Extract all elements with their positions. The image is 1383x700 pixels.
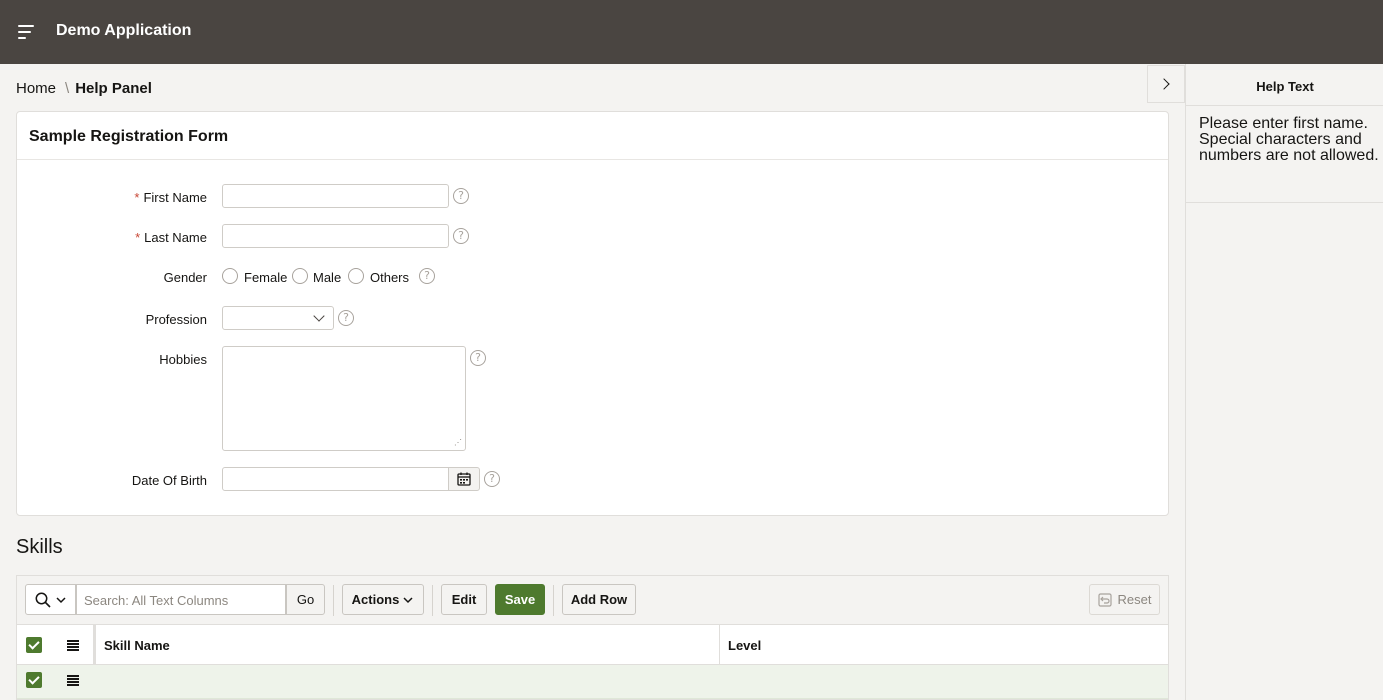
resize-grip-icon[interactable]: ⋰ [454,439,462,447]
calendar-icon [457,472,471,486]
hobbies-label: Hobbies [159,352,207,367]
table-row[interactable] [17,665,1168,699]
chevron-down-icon [403,596,413,603]
column-header-level[interactable]: Level [728,638,761,653]
first-name-input[interactable] [222,184,449,208]
chevron-down-icon [55,596,66,603]
toolbar-divider [333,585,334,616]
breadcrumb-current: Help Panel [75,80,152,97]
gender-label: Gender [163,270,207,285]
go-button[interactable]: Go [286,584,325,615]
profession-select[interactable] [222,306,334,330]
hobbies-textarea[interactable]: ⋰ [222,346,466,451]
gender-radio-female[interactable] [222,268,238,284]
search-column-button[interactable] [25,584,76,615]
select-all-checkbox[interactable] [26,637,42,653]
dob-input[interactable] [222,467,450,491]
grid-search-input[interactable]: Search: All Text Columns [76,584,286,615]
row-select-checkbox[interactable] [26,672,42,688]
gender-help-icon[interactable]: ? [419,268,435,284]
help-panel-text: Please enter first name. Special charact… [1199,115,1379,164]
dob-help-icon[interactable]: ? [484,471,500,487]
chevron-right-icon [1158,78,1170,90]
row-actions-header-icon[interactable] [67,640,79,651]
save-button[interactable]: Save [495,584,545,615]
profession-label: Profession [145,312,207,327]
menu-icon[interactable] [18,24,38,40]
reset-icon [1097,592,1112,607]
last-name-input[interactable] [222,224,449,248]
collapse-panel-button[interactable] [1147,65,1185,103]
gender-option-female[interactable]: Female [244,270,287,285]
chevron-down-icon [313,310,325,322]
grid-toolbar: Search: All Text Columns Go Actions Edit… [16,575,1169,624]
grid-header: Skill Name Level [17,625,1168,699]
hobbies-help-icon[interactable]: ? [470,350,486,366]
form-title: Sample Registration Form [17,112,1168,160]
app-header: Demo Application [0,0,1383,64]
gender-option-male[interactable]: Male [313,270,341,285]
edit-button[interactable]: Edit [441,584,487,615]
toolbar-divider [432,585,433,616]
app-title[interactable]: Demo Application [56,22,191,40]
skills-grid: Skill Name Level [16,624,1169,700]
reset-label: Reset [1117,592,1152,607]
search-icon [35,592,51,608]
breadcrumb: Home \ Help Panel [16,80,152,97]
actions-label: Actions [351,592,400,607]
dob-label: Date Of Birth [131,473,207,488]
first-name-help-icon[interactable]: ? [453,188,469,204]
last-name-help-icon[interactable]: ? [453,228,469,244]
reset-button[interactable]: Reset [1089,584,1160,615]
toolbar-divider [553,585,554,616]
actions-menu-button[interactable]: Actions [342,584,424,615]
help-side-panel: Help Text Please enter first name. Speci… [1185,64,1383,700]
required-marker: * [135,230,141,245]
last-name-label: * Last Name [135,230,207,245]
gender-radio-male[interactable] [292,268,308,284]
gender-option-others[interactable]: Others [370,270,409,285]
skills-title: Skills [16,536,63,558]
row-actions-icon[interactable] [67,675,79,686]
registration-form-region: Sample Registration Form * First Name ? *… [16,111,1169,516]
calendar-button[interactable] [448,467,480,491]
help-panel-title: Help Text [1186,64,1383,106]
first-name-label: * First Name [134,190,207,205]
column-header-skill-name[interactable]: Skill Name [104,638,170,653]
profession-help-icon[interactable]: ? [338,310,354,326]
breadcrumb-home[interactable]: Home [16,80,56,97]
required-marker: * [134,190,140,205]
help-panel-divider [1186,202,1383,203]
breadcrumb-separator: \ [65,80,70,97]
gender-radio-others[interactable] [348,268,364,284]
add-row-button[interactable]: Add Row [562,584,636,615]
